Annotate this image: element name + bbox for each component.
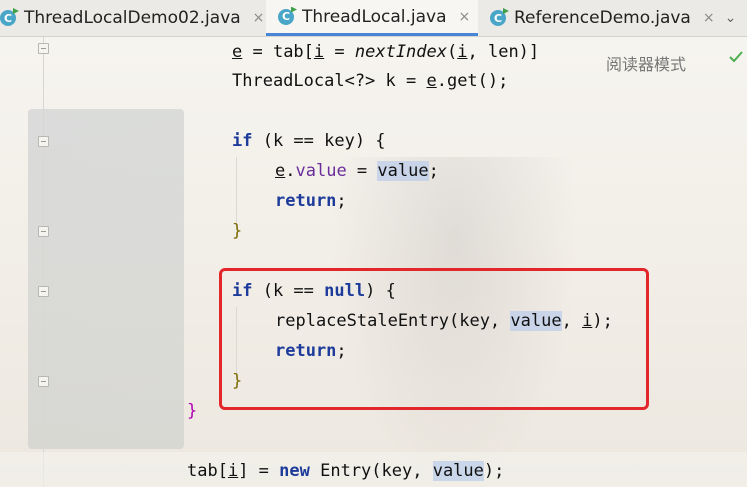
code-editor[interactable]: 阅读器模式 e = tab[i = nextIndex(i, len)] Thr… — [0, 37, 747, 487]
code-line: tab[i] = new Entry(key, value); — [187, 461, 505, 481]
java-class-icon: C — [490, 10, 506, 26]
tab-label: ThreadLocalDemo02.java — [24, 8, 241, 28]
check-icon[interactable] — [729, 49, 743, 65]
fold-marker-icon[interactable] — [38, 286, 49, 297]
tab-referencedemo[interactable]: C ReferenceDemo.java × ⌄ — [490, 0, 736, 36]
code-line: ThreadLocal<?> k = e.get(); — [232, 71, 509, 91]
reader-mode-button[interactable]: 阅读器模式 — [606, 51, 686, 75]
fold-marker-icon[interactable] — [38, 226, 49, 237]
java-class-icon: C — [278, 8, 294, 25]
fold-marker-icon[interactable] — [38, 136, 49, 147]
code-line: } — [187, 401, 198, 421]
fold-marker-icon[interactable] — [38, 376, 49, 387]
fold-marker-icon[interactable] — [38, 43, 49, 54]
editor-tab-bar: C ThreadLocalDemo02.java × C ThreadLocal… — [0, 0, 747, 37]
background-image-photo — [28, 109, 184, 449]
close-icon[interactable]: × — [703, 10, 715, 26]
tab-threadlocal[interactable]: C ThreadLocal.java × — [266, 0, 479, 36]
code-line: if (k == key) { — [232, 131, 386, 151]
java-class-icon: C — [0, 10, 16, 26]
close-icon[interactable]: × — [459, 9, 471, 25]
code-line: e.value = value; — [275, 161, 439, 181]
tab-list-dropdown-icon[interactable]: ⌄ — [725, 10, 737, 26]
code-line: return; — [275, 191, 347, 211]
close-icon[interactable]: × — [253, 10, 265, 26]
tab-threadlocaldemo02[interactable]: C ThreadLocalDemo02.java × — [0, 0, 264, 36]
annotation-highlight-box — [219, 268, 649, 410]
tab-label: ThreadLocal.java — [302, 6, 447, 27]
tab-label: ReferenceDemo.java — [514, 8, 691, 28]
code-line: e = tab[i = nextIndex(i, len)] — [232, 42, 540, 62]
code-line: } — [232, 221, 243, 241]
gutter-divider — [43, 37, 44, 487]
